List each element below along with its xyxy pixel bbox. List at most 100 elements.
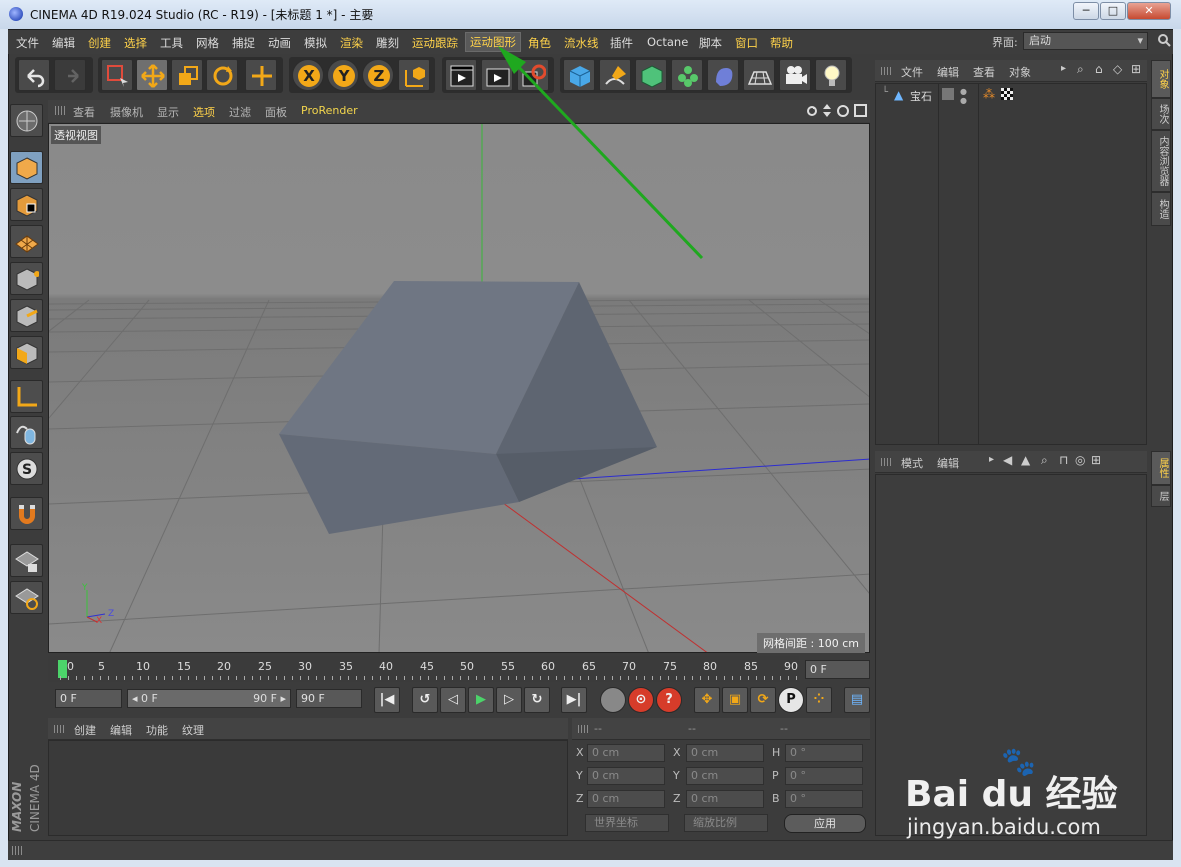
menu-window[interactable]: 窗口 [735, 35, 758, 51]
next-frame-button[interactable]: ▷ [496, 687, 522, 713]
viewport-nav-icons[interactable] [805, 103, 867, 118]
timeline-window-icon[interactable]: ▤ [844, 687, 870, 713]
coord-rot-p-field[interactable]: 0 ° [785, 767, 863, 785]
next-key-button[interactable]: ↻ [524, 687, 550, 713]
light-object-icon[interactable] [815, 59, 847, 91]
objects-menu-more-icon[interactable]: ▸ [1061, 63, 1066, 74]
coord-rot-h-field[interactable]: 0 ° [785, 744, 863, 762]
panel-grip-icon[interactable] [55, 106, 65, 115]
material-list[interactable] [48, 740, 568, 836]
panel-grip-icon[interactable] [578, 725, 588, 733]
back-arrow-icon[interactable]: ◀ [1003, 453, 1012, 467]
objects-menu-edit[interactable]: 编辑 [937, 64, 959, 80]
edges-mode-icon[interactable] [10, 299, 43, 332]
polygons-mode-icon[interactable] [10, 336, 43, 369]
keyframe-selection-icon[interactable]: ? [656, 687, 682, 713]
coord-size-x-field[interactable]: 0 cm [686, 744, 764, 762]
visibility-dots-icon[interactable]: ● ● [960, 87, 967, 105]
objects-menu-view[interactable]: 查看 [973, 64, 995, 80]
objects-eye-icon[interactable]: ◇ [1113, 62, 1122, 76]
tab-objects[interactable]: 对象 [1151, 60, 1171, 98]
axis-mode-icon[interactable] [10, 380, 43, 413]
coord-pos-z-field[interactable]: 0 cm [587, 790, 665, 808]
menu-edit[interactable]: 编辑 [52, 35, 75, 51]
material-menu-edit[interactable]: 编辑 [110, 722, 132, 738]
object-row-gem[interactable]: └ ▲ 宝石 ● ● ⁂ [876, 86, 1146, 105]
floor-object-icon[interactable] [743, 59, 775, 91]
menu-motion-tracking[interactable]: 运动跟踪 [412, 35, 458, 51]
undo-button[interactable] [18, 59, 50, 91]
coordinate-system-icon[interactable] [398, 59, 430, 91]
layer-icon[interactable] [942, 88, 954, 100]
menu-mesh[interactable]: 网格 [196, 35, 219, 51]
menu-tools[interactable]: 工具 [160, 35, 183, 51]
menu-file[interactable]: 文件 [16, 35, 39, 51]
menu-create[interactable]: 创建 [88, 35, 111, 51]
model-mode-icon[interactable] [10, 151, 43, 184]
make-editable-icon[interactable] [10, 104, 43, 137]
search-icon[interactable] [1157, 33, 1171, 47]
coord-rot-b-field[interactable]: 0 ° [785, 790, 863, 808]
menu-animate[interactable]: 动画 [268, 35, 291, 51]
coord-size-z-field[interactable]: 0 cm [686, 790, 764, 808]
lock-icon[interactable]: ⊓ [1059, 453, 1068, 467]
attributes-more-icon[interactable]: ▸ [989, 454, 994, 465]
target-icon[interactable]: ◎ [1075, 453, 1085, 467]
camera-object-icon[interactable] [779, 59, 811, 91]
apply-button[interactable]: 应用 [784, 814, 866, 833]
perspective-viewport[interactable]: Y X Z [48, 123, 870, 653]
viewport-menu-view[interactable]: 查看 [73, 104, 95, 120]
objects-home-icon[interactable]: ⌂ [1095, 62, 1103, 76]
current-frame-field[interactable]: 0 F [805, 660, 870, 679]
go-to-end-button[interactable]: ▶| [561, 687, 587, 713]
render-view-icon[interactable] [445, 59, 477, 91]
object-list[interactable]: └ ▲ 宝石 ● ● ⁂ [875, 83, 1147, 445]
attributes-menu-edit[interactable]: 编辑 [937, 455, 959, 471]
objects-menu-file[interactable]: 文件 [901, 64, 923, 80]
key-scale-icon[interactable]: ▣ [722, 687, 748, 713]
workplane-mode-icon[interactable] [10, 225, 43, 258]
end-frame-field[interactable]: 90 F [296, 689, 362, 708]
panel-grip-icon[interactable] [881, 458, 891, 466]
texture-tag-icon[interactable] [1001, 88, 1013, 100]
close-button[interactable]: ✕ [1127, 2, 1171, 20]
panel-grip-icon[interactable] [881, 67, 891, 75]
menu-snap[interactable]: 捕捉 [232, 35, 255, 51]
objects-menu-objects[interactable]: 对象 [1009, 64, 1031, 80]
planar-workplane-icon[interactable] [10, 581, 43, 614]
menu-simulate[interactable]: 模拟 [304, 35, 327, 51]
z-axis-lock-icon[interactable]: Z [362, 59, 394, 91]
material-menu-function[interactable]: 功能 [146, 722, 168, 738]
attributes-new-panel-icon[interactable]: ⊞ [1091, 453, 1101, 467]
viewport-menu-prorender[interactable]: ProRender [301, 104, 358, 117]
tweak-mode-icon[interactable] [10, 416, 43, 449]
locked-workplane-icon[interactable] [10, 544, 43, 577]
objects-new-panel-icon[interactable]: ⊞ [1131, 62, 1141, 76]
panel-grip-icon[interactable] [54, 725, 64, 733]
phong-tag-icon[interactable]: ⁂ [983, 87, 995, 101]
texture-mode-icon[interactable] [10, 188, 43, 221]
menu-render[interactable]: 渲染 [340, 35, 363, 51]
maximize-button[interactable]: □ [1100, 2, 1126, 20]
play-button[interactable]: ▶ [468, 687, 494, 713]
interface-dropdown[interactable]: 启动 [1023, 32, 1148, 50]
attributes-menu-mode[interactable]: 模式 [901, 455, 923, 471]
coord-size-y-field[interactable]: 0 cm [686, 767, 764, 785]
material-menu-texture[interactable]: 纹理 [182, 722, 204, 738]
minimize-button[interactable]: ─ [1073, 2, 1099, 20]
move-tool-icon[interactable] [136, 59, 168, 91]
coord-pos-y-field[interactable]: 0 cm [587, 767, 665, 785]
snap-magnet-icon[interactable] [10, 497, 43, 530]
transform-tool-icon[interactable] [245, 59, 277, 91]
solo-mode-icon[interactable]: S [10, 452, 43, 485]
go-to-start-button[interactable]: |◀ [374, 687, 400, 713]
attributes-search-icon[interactable]: ⌕ [1041, 453, 1048, 468]
live-selection-icon[interactable] [101, 59, 133, 91]
key-parameter-icon[interactable]: P [778, 687, 804, 713]
record-keys-icon[interactable] [600, 687, 626, 713]
viewport-menu-filter[interactable]: 过滤 [229, 104, 251, 120]
scale-dropdown[interactable]: 缩放比例 [684, 814, 768, 832]
objects-search-icon[interactable]: ⌕ [1077, 62, 1084, 77]
tab-attributes[interactable]: 属性 [1151, 451, 1171, 485]
scale-tool-icon[interactable] [171, 59, 203, 91]
